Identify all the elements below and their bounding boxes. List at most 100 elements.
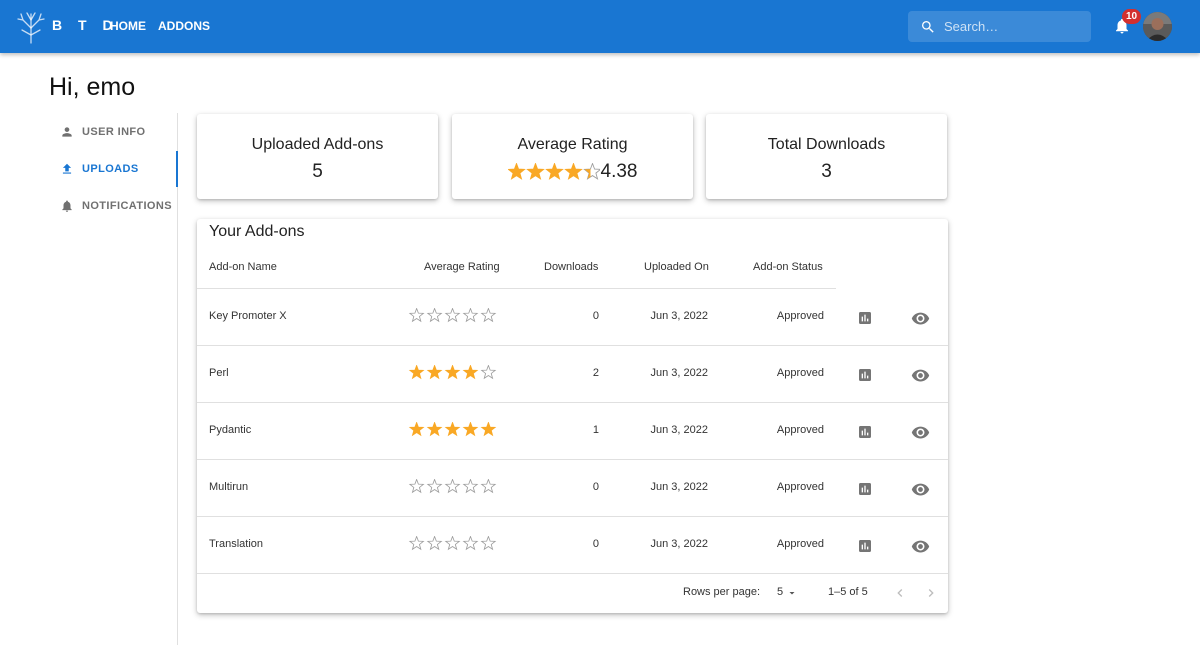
chevron-left-icon bbox=[897, 589, 903, 597]
stats-icon bbox=[859, 426, 871, 438]
search-input[interactable] bbox=[944, 19, 1074, 34]
view-addon-button[interactable] bbox=[910, 479, 930, 499]
tree-logo-icon[interactable] bbox=[16, 8, 46, 44]
status-cell: Approved bbox=[776, 310, 824, 322]
column-header-uploaded-on[interactable]: Uploaded On bbox=[644, 261, 709, 273]
downloads-cell: 0 bbox=[592, 481, 599, 493]
column-header-downloads[interactable]: Downloads bbox=[544, 261, 598, 273]
view-addon-button[interactable] bbox=[910, 536, 930, 556]
uploaded-on-cell: Jun 3, 2022 bbox=[650, 310, 709, 322]
nav-addons[interactable]: ADDONS bbox=[158, 19, 210, 33]
bell-icon bbox=[62, 200, 72, 212]
table-row[interactable]: Multirun 0 Jun 3, 2022 Approved bbox=[197, 460, 948, 517]
sidebar-item-user-info[interactable]: USER INFO bbox=[40, 114, 178, 150]
sidebar-item-label: UPLOADS bbox=[82, 163, 139, 175]
table-row[interactable]: Key Promoter X 0 Jun 3, 2022 Approved bbox=[197, 289, 948, 346]
star-icon bbox=[480, 365, 497, 380]
rating-stars bbox=[408, 308, 497, 323]
profile-side-nav: USER INFO UPLOADS NOTIFICATIONS bbox=[40, 113, 178, 645]
uploaded-on-cell: Jun 3, 2022 bbox=[650, 424, 709, 436]
table-row[interactable]: Perl 2 Jun 3, 2022 Approved bbox=[197, 346, 948, 403]
view-stats-button[interactable] bbox=[855, 365, 875, 385]
status-cell: Approved bbox=[776, 538, 824, 550]
sidebar-item-notifications[interactable]: NOTIFICATIONS bbox=[40, 188, 178, 224]
star-icon bbox=[480, 479, 497, 494]
search-box[interactable] bbox=[908, 11, 1091, 42]
uploaded-on-cell: Jun 3, 2022 bbox=[650, 367, 709, 379]
brand-name[interactable]: B T D bbox=[52, 17, 119, 33]
eye-icon bbox=[911, 540, 929, 552]
star-icon bbox=[525, 163, 545, 180]
view-stats-button[interactable] bbox=[855, 536, 875, 556]
stats-icon bbox=[859, 369, 871, 381]
table-row[interactable]: Pydantic 1 Jun 3, 2022 Approved bbox=[197, 403, 948, 460]
eye-icon bbox=[911, 483, 929, 495]
rows-per-page-label: Rows per page: bbox=[683, 586, 761, 598]
column-header-rating[interactable]: Average Rating bbox=[424, 261, 500, 273]
star-icon bbox=[408, 536, 425, 551]
stats-icon bbox=[859, 312, 871, 324]
avatar[interactable] bbox=[1143, 12, 1172, 41]
avatar-image bbox=[1143, 12, 1172, 41]
star-icon bbox=[444, 422, 461, 437]
view-addon-button[interactable] bbox=[910, 365, 930, 385]
greeting-heading: Hi, emo bbox=[49, 73, 136, 101]
eye-icon bbox=[911, 426, 929, 438]
status-cell: Approved bbox=[776, 424, 824, 436]
view-stats-button[interactable] bbox=[855, 479, 875, 499]
rating-stars bbox=[408, 479, 497, 494]
status-cell: Approved bbox=[776, 481, 824, 493]
view-stats-button[interactable] bbox=[855, 308, 875, 328]
average-rating-card: Average Rating 4.38 bbox=[452, 114, 693, 199]
star-icon bbox=[544, 163, 564, 180]
addon-name-cell[interactable]: Multirun bbox=[209, 481, 248, 493]
card-value: 4.38 bbox=[600, 161, 638, 182]
view-addon-button[interactable] bbox=[910, 308, 930, 328]
uploaded-addons-card: Uploaded Add-ons 5 bbox=[197, 114, 438, 199]
addon-name-cell[interactable]: Pydantic bbox=[209, 424, 251, 436]
star-icon bbox=[462, 365, 479, 380]
search-icon bbox=[922, 20, 934, 33]
app-bar: B T D HOME ADDONS 10 bbox=[0, 0, 1200, 53]
card-value: 5 bbox=[312, 161, 323, 182]
card-title: Total Downloads bbox=[767, 136, 886, 153]
star-icon bbox=[444, 308, 461, 323]
previous-page-button[interactable] bbox=[890, 583, 910, 603]
status-cell: Approved bbox=[776, 367, 824, 379]
star-icon bbox=[408, 479, 425, 494]
nav-home[interactable]: HOME bbox=[110, 19, 146, 33]
chevron-right-icon bbox=[928, 589, 934, 597]
person-icon bbox=[62, 127, 72, 137]
addon-name-cell[interactable]: Translation bbox=[209, 538, 263, 550]
pagination-range: 1–5 of 5 bbox=[828, 586, 868, 598]
card-title: Uploaded Add-ons bbox=[251, 136, 384, 153]
addon-name-cell[interactable]: Perl bbox=[209, 367, 229, 379]
rating-stars bbox=[408, 422, 497, 437]
star-icon bbox=[408, 365, 425, 380]
column-header-status[interactable]: Add-on Status bbox=[753, 261, 823, 273]
sidebar-item-label: NOTIFICATIONS bbox=[82, 200, 172, 212]
column-header-name[interactable]: Add-on Name bbox=[209, 261, 277, 273]
downloads-cell: 0 bbox=[592, 310, 599, 322]
next-page-button[interactable] bbox=[921, 583, 941, 603]
eye-icon bbox=[911, 369, 929, 381]
star-icon bbox=[462, 422, 479, 437]
star-icon bbox=[426, 422, 443, 437]
star-icon bbox=[444, 536, 461, 551]
table-row[interactable]: Translation 0 Jun 3, 2022 Approved bbox=[197, 517, 948, 574]
sidebar-item-uploads[interactable]: UPLOADS bbox=[40, 151, 178, 187]
your-addons-table-card: Your Add-ons Add-on Name Average Rating … bbox=[197, 219, 948, 613]
eye-icon bbox=[911, 312, 929, 324]
average-rating-line: 4.38 bbox=[452, 161, 693, 183]
upload-icon bbox=[62, 163, 72, 174]
downloads-cell: 2 bbox=[592, 367, 599, 379]
rows-per-page-select[interactable]: 5 bbox=[777, 585, 801, 601]
view-stats-button[interactable] bbox=[855, 422, 875, 442]
star-icon bbox=[444, 365, 461, 380]
star-icon bbox=[480, 308, 497, 323]
star-icon bbox=[462, 536, 479, 551]
star-icon bbox=[426, 479, 443, 494]
star-icon bbox=[408, 308, 425, 323]
addon-name-cell[interactable]: Key Promoter X bbox=[209, 310, 287, 322]
view-addon-button[interactable] bbox=[910, 422, 930, 442]
